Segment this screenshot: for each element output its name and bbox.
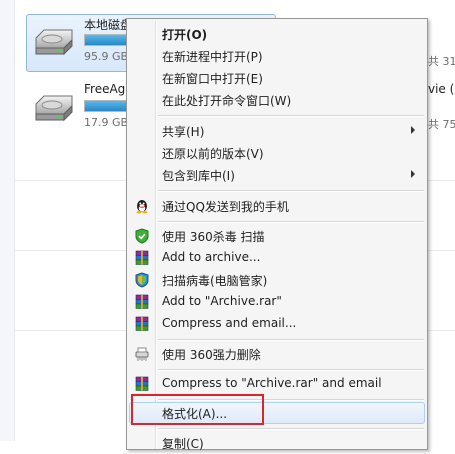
winrar-icon: [135, 376, 149, 391]
menu-item-open[interactable]: 打开(O): [129, 23, 425, 45]
context-menu: 打开(O) 在新进程中打开(P) 在新窗口中打开(E) 在此处打开命令窗口(W)…: [126, 18, 428, 451]
menu-item-label: 在此处打开命令窗口(W): [162, 94, 292, 108]
menu-item-label: 在新窗口中打开(E): [162, 72, 263, 86]
menu-item-add-to-archive[interactable]: Add to archive...: [129, 247, 425, 269]
annotation-highlight-box: [131, 394, 264, 425]
menu-item-copy[interactable]: 复制(C): [129, 432, 425, 454]
menu-separator: [158, 190, 424, 192]
winrar-icon: [135, 316, 149, 331]
menu-item-360-force-delete[interactable]: 使用 360强力删除: [129, 343, 425, 365]
drive-name-fragment: vie (F: [428, 82, 455, 96]
menu-item-scan-virus-pc-manager[interactable]: 扫描病毒(电脑管家): [129, 269, 425, 291]
winrar-icon: [135, 294, 149, 309]
navigation-pane-edge: [0, 0, 15, 441]
menu-item-label: Add to archive...: [162, 250, 261, 264]
menu-item-share[interactable]: 共享(H): [129, 120, 425, 142]
drive-size: 17.9 GB: [84, 116, 129, 129]
menu-separator: [158, 369, 424, 371]
menu-item-label: 使用 360杀毒 扫描: [162, 230, 265, 244]
drive-size: 95.9 GB: [84, 50, 129, 63]
menu-item-label: Add to "Archive.rar": [162, 294, 282, 308]
menu-item-send-via-qq[interactable]: 通过QQ发送到我的手机: [129, 195, 425, 217]
menu-item-label: 共享(H): [162, 125, 205, 139]
tencent-guard-icon: [135, 272, 149, 288]
menu-item-label: 扫描病毒(电脑管家): [162, 274, 268, 288]
winrar-icon: [135, 250, 149, 265]
menu-item-label: 复制(C): [162, 437, 204, 451]
menu-item-open-new-window[interactable]: 在新窗口中打开(E): [129, 67, 425, 89]
drive-name: 本地磁盘: [84, 18, 133, 32]
submenu-arrow-icon: [411, 126, 415, 134]
menu-item-label: Compress to "Archive.rar" and email: [162, 376, 382, 390]
drive-size-fragment: 共 75.: [428, 118, 455, 131]
hard-drive-icon: [35, 95, 73, 122]
menu-item-label: 在新进程中打开(P): [162, 50, 263, 64]
360-shred-icon: [135, 347, 149, 361]
menu-separator: [158, 115, 424, 117]
menu-item-label: 包含到库中(I): [162, 169, 235, 183]
menu-item-add-to-archive-rar[interactable]: Add to "Archive.rar": [129, 291, 425, 313]
menu-item-restore-previous-versions[interactable]: 还原以前的版本(V): [129, 142, 425, 164]
qq-penguin-icon: [136, 200, 148, 214]
menu-item-open-new-process[interactable]: 在新进程中打开(P): [129, 45, 425, 67]
360-antivirus-icon: [135, 228, 149, 244]
menu-item-label: 还原以前的版本(V): [162, 147, 264, 161]
menu-item-compress-and-email[interactable]: Compress and email...: [129, 313, 425, 335]
menu-item-360-scan[interactable]: 使用 360杀毒 扫描: [129, 225, 425, 247]
menu-item-include-in-library[interactable]: 包含到库中(I): [129, 164, 425, 186]
menu-item-label: Compress and email...: [162, 316, 297, 330]
submenu-arrow-icon: [411, 170, 415, 178]
menu-item-label: 使用 360强力删除: [162, 348, 261, 362]
drive-size-fragment: 共 31.: [428, 55, 455, 68]
menu-separator: [158, 428, 424, 430]
menu-item-open-command-window[interactable]: 在此处打开命令窗口(W): [129, 89, 425, 111]
menu-item-label: 通过QQ发送到我的手机: [162, 200, 289, 214]
menu-separator: [158, 339, 424, 341]
menu-item-label: 打开(O): [162, 28, 208, 42]
menu-item-compress-to-archive-rar-and-email[interactable]: Compress to "Archive.rar" and email: [129, 373, 425, 395]
hard-drive-icon: [35, 29, 73, 56]
menu-separator: [158, 221, 424, 223]
